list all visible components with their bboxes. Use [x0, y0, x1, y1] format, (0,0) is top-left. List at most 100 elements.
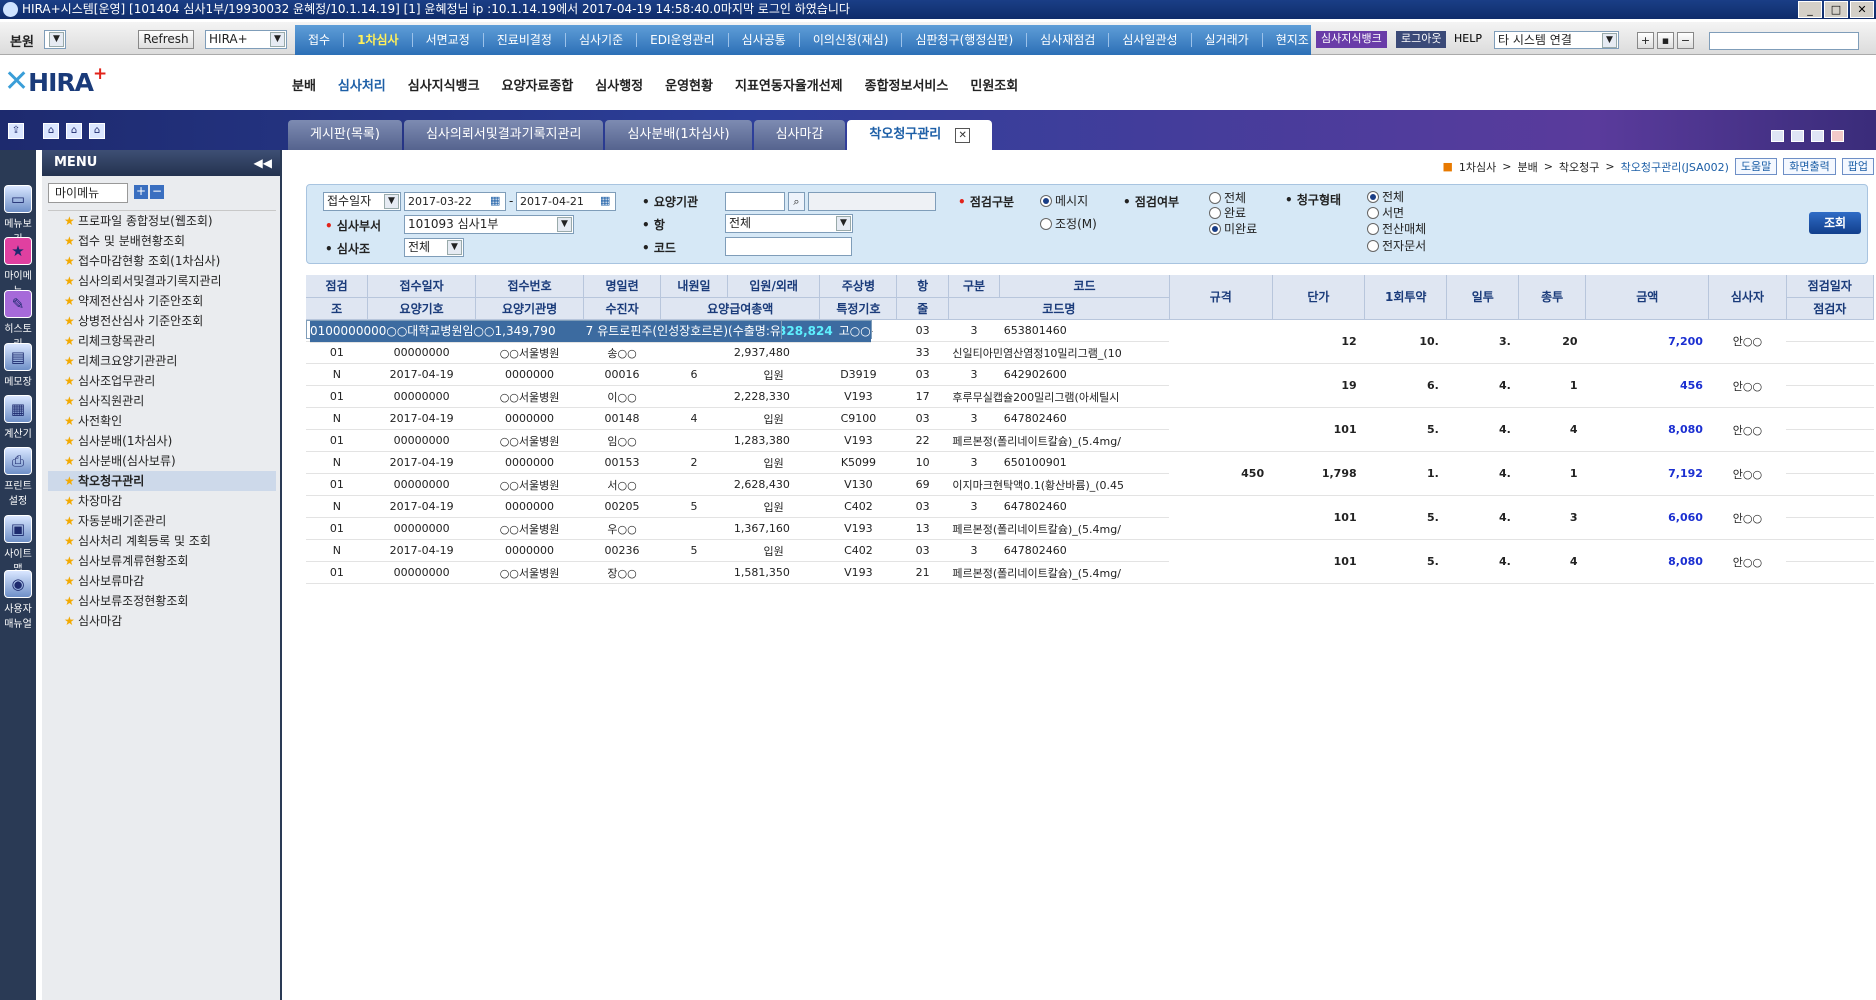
minimize-button[interactable]: _ — [1798, 1, 1822, 18]
mainmenu-item[interactable]: 지표연동자율개선제 — [735, 75, 843, 94]
col-dx[interactable]: 주상병 — [819, 275, 898, 298]
col-hang[interactable]: 항 — [896, 275, 949, 298]
col-recv-date[interactable]: 접수일자 — [367, 275, 477, 298]
col-code[interactable]: 코드 — [999, 275, 1170, 298]
claim-all-radio[interactable]: 전체 — [1367, 190, 1404, 205]
topnav-item[interactable]: 실거래가 — [1192, 33, 1263, 47]
collapse-icon[interactable]: ◀◀ — [254, 150, 272, 176]
search-icon[interactable]: ⌕ — [788, 192, 805, 211]
zoom-reset-button[interactable]: ▪ — [1657, 32, 1674, 49]
menu-item[interactable]: ★ 심사보류마감 — [48, 571, 276, 591]
dept-select[interactable]: 101093 심사1부 ▼ — [404, 215, 574, 234]
side-calculator[interactable]: ▦ 계산기 — [0, 395, 36, 440]
col-code-name[interactable]: 코드명 — [948, 297, 1170, 320]
menu-item[interactable]: ★ 심사분배(1차심사) — [48, 431, 276, 451]
code-input[interactable] — [725, 237, 852, 256]
col-reviewer[interactable]: 심사자 — [1708, 275, 1787, 320]
col-dose[interactable]: 1회투약 — [1364, 275, 1448, 320]
col-inst-name[interactable]: 요양기관명 — [475, 297, 585, 320]
topnav-item[interactable]: 심사기준 — [566, 33, 638, 47]
claim-media-radio[interactable]: 전산매체 — [1367, 222, 1426, 237]
side-sitemap[interactable]: ▣사이트맵 — [0, 515, 36, 575]
other-system-select[interactable]: 타 시스템 연결 ▼ — [1494, 31, 1619, 49]
collapse-all-icon[interactable]: − — [150, 185, 164, 199]
calendar-icon[interactable]: ▦ — [490, 194, 500, 207]
menu-item[interactable]: ★ 심사조업무관리 — [48, 371, 276, 391]
menu-item[interactable]: ★ 리체크항목관리 — [48, 331, 276, 351]
menu-item[interactable]: ★ 접수마감현황 조회(1차심사) — [48, 251, 276, 271]
home-icon[interactable]: ⌂ — [43, 123, 59, 139]
zoom-out-button[interactable]: − — [1677, 32, 1694, 49]
menu-item[interactable]: ★ 심사직원관리 — [48, 391, 276, 411]
check-type-adjust-radio[interactable]: 조정(M) — [1040, 217, 1097, 232]
tab-review-request[interactable]: 심사의뢰서및결과기록지관리 — [403, 120, 604, 150]
help-button[interactable]: 도움말 — [1734, 158, 1778, 175]
topnav-item[interactable]: 서면교정 — [413, 33, 484, 47]
menu-item[interactable]: ★ 사전확인 — [48, 411, 276, 431]
mainmenu-item[interactable]: 요양자료종합 — [502, 75, 574, 94]
mainmenu-item[interactable]: 운영현황 — [665, 75, 713, 94]
table-row[interactable]: N 2017-04-19 0000000 00016 6 입원 D3919 03 3 642902… — [306, 363, 1874, 408]
side-history[interactable]: ✎히스토리 — [0, 290, 36, 350]
mainmenu-item[interactable]: 종합정보서비스 — [865, 75, 949, 94]
my-menu-tab[interactable]: 마이메뉴 — [48, 183, 128, 203]
help-link[interactable]: HELP — [1449, 31, 1487, 48]
menu-item[interactable]: ★ 상병전산심사 기준안조회 — [48, 311, 276, 331]
print-screen-button[interactable]: 화면출력 — [1783, 158, 1836, 175]
table-row-sub[interactable]: 01 00000000 ○○대학교병원 임○○ 1,349,790 7 유트로핀주(인성장호… — [306, 319, 782, 343]
menu-item[interactable]: ★ 리체크요양기관관리 — [48, 351, 276, 371]
side-manual[interactable]: ◉ 사용자매뉴얼 — [0, 570, 36, 630]
col-check-date[interactable]: 점검일자 — [1786, 275, 1874, 298]
menu-item[interactable]: ★ 심사보류계류현황조회 — [48, 551, 276, 571]
menu-item[interactable]: ★ 자동분배기준관리 — [48, 511, 276, 531]
mainmenu-item[interactable]: 심사행정 — [595, 75, 643, 94]
expand-icon[interactable]: + — [134, 185, 148, 199]
col-serial[interactable]: 명일련 — [583, 275, 662, 298]
table-row[interactable]: N 2017-04-19 0000000 00236 5 입원 C402 03 3 6478024… — [306, 539, 1874, 584]
check-done-all-radio[interactable]: 전체 — [1209, 191, 1246, 206]
topnav-item[interactable]: 심판청구(행정심판) — [902, 33, 1028, 47]
check-type-message-radio[interactable]: 메시지 — [1040, 194, 1088, 209]
popup-button[interactable]: 팝업 — [1841, 158, 1874, 175]
breadcrumb-item[interactable]: 분배 — [1517, 159, 1537, 175]
menu-item[interactable]: ★ 심사보류조정현황조회 — [48, 591, 276, 611]
layout-rows-icon[interactable] — [1811, 130, 1824, 142]
menu-item[interactable]: ★ 심사의뢰서및결과기록지관리 — [48, 271, 276, 291]
layout-single-icon[interactable] — [1771, 130, 1784, 142]
topnav-item[interactable]: 이의신청(재심) — [800, 33, 903, 47]
col-inst-code[interactable]: 요양기호 — [367, 297, 477, 320]
topnav-item[interactable]: 진료비결정 — [484, 33, 566, 47]
col-total[interactable]: 요양급여총액 — [660, 297, 821, 320]
col-checker[interactable]: 점검자 — [1786, 297, 1874, 320]
side-print[interactable]: ⎙ 프린트 설정 — [0, 447, 36, 507]
col-spec[interactable]: 규격 — [1169, 275, 1273, 320]
breadcrumb-item[interactable]: 1차심사 — [1459, 159, 1496, 175]
col-visit[interactable]: 내원일 — [660, 275, 728, 298]
topnav-item[interactable]: 현지조 — [1263, 33, 1311, 47]
menu-item-active[interactable]: ★ 착오청구관리 — [48, 471, 276, 491]
close-icon[interactable]: ✕ — [955, 128, 971, 143]
col-daily[interactable]: 일투 — [1446, 275, 1520, 320]
mainmenu-item[interactable]: 민원조회 — [970, 75, 1018, 94]
calendar-icon[interactable]: ▦ — [600, 194, 610, 207]
hang-select[interactable]: 전체 ▼ — [725, 214, 853, 233]
col-gubun[interactable]: 구분 — [948, 275, 1001, 298]
topnav-item[interactable]: 심사공통 — [729, 33, 800, 47]
topnav-item[interactable]: 접수 — [295, 33, 345, 47]
col-special[interactable]: 특정기호 — [819, 297, 898, 320]
col-io[interactable]: 입원/외래 — [727, 275, 821, 298]
col-check[interactable]: 점검 — [306, 275, 369, 298]
table-row[interactable]: N 2017-04-19 0000000 00153 2 입원 K5099 10 3 650100… — [306, 451, 1874, 496]
system-select[interactable]: HIRA+ ▼ — [205, 30, 287, 49]
global-search-input[interactable] — [1709, 32, 1859, 50]
mainmenu-item[interactable]: 분배 — [292, 75, 316, 94]
branch-select[interactable]: ▼ — [44, 30, 66, 49]
zoom-in-button[interactable]: + — [1637, 32, 1654, 49]
maximize-button[interactable]: □ — [1824, 1, 1848, 18]
refresh-button[interactable]: Refresh — [138, 30, 194, 49]
claim-electronic-radio[interactable]: 전자문서 — [1367, 239, 1426, 254]
menu-item[interactable]: ★ 심사처리 계획등록 및 조회 — [48, 531, 276, 551]
table-row[interactable]: N 2017-04-19 0000000 00148 4 입원 C9100 03 3 647802… — [306, 407, 1874, 452]
logout-button[interactable]: 로그아웃 — [1396, 31, 1447, 48]
menu-item[interactable]: ★ 약제전산심사 기준안조회 — [48, 291, 276, 311]
